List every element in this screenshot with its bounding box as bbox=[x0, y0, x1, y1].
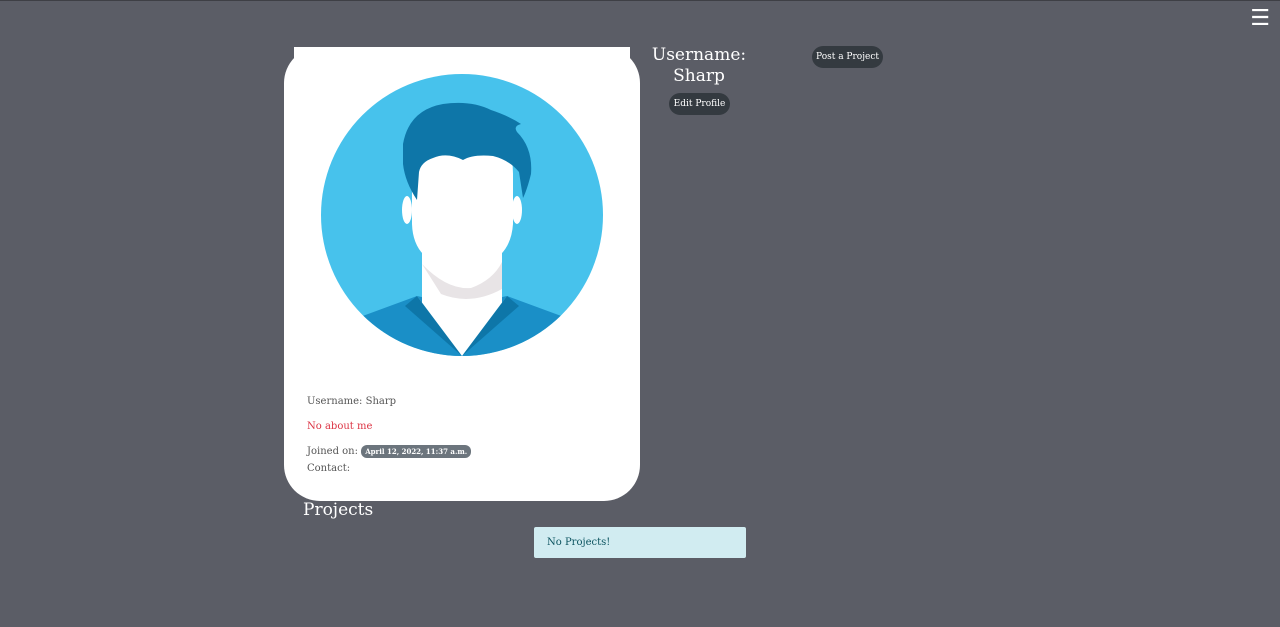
joined-on-label: Joined on: bbox=[307, 446, 358, 457]
edit-profile-button[interactable]: Edit Profile bbox=[669, 93, 730, 115]
username-heading-label: Username: bbox=[651, 45, 747, 65]
about-me-text: No about me bbox=[307, 421, 373, 432]
projects-title: Projects bbox=[303, 500, 374, 520]
top-border bbox=[0, 0, 1280, 1]
profile-card-top bbox=[294, 47, 630, 61]
contact-label: Contact: bbox=[307, 463, 351, 474]
username-heading-value: Sharp bbox=[673, 66, 725, 86]
hamburger-menu-icon[interactable]: ☰ bbox=[1250, 8, 1270, 30]
no-projects-alert: No Projects! bbox=[534, 527, 746, 558]
default-user-avatar-icon bbox=[321, 74, 603, 356]
username-heading: Username: Sharp bbox=[650, 45, 748, 87]
post-project-button[interactable]: Post a Project bbox=[812, 46, 883, 68]
card-username-text: Username: Sharp bbox=[307, 396, 397, 407]
joined-date-badge: April 12, 2022, 11:37 a.m. bbox=[361, 445, 472, 458]
joined-on-row: Joined on: April 12, 2022, 11:37 a.m. bbox=[307, 445, 472, 458]
